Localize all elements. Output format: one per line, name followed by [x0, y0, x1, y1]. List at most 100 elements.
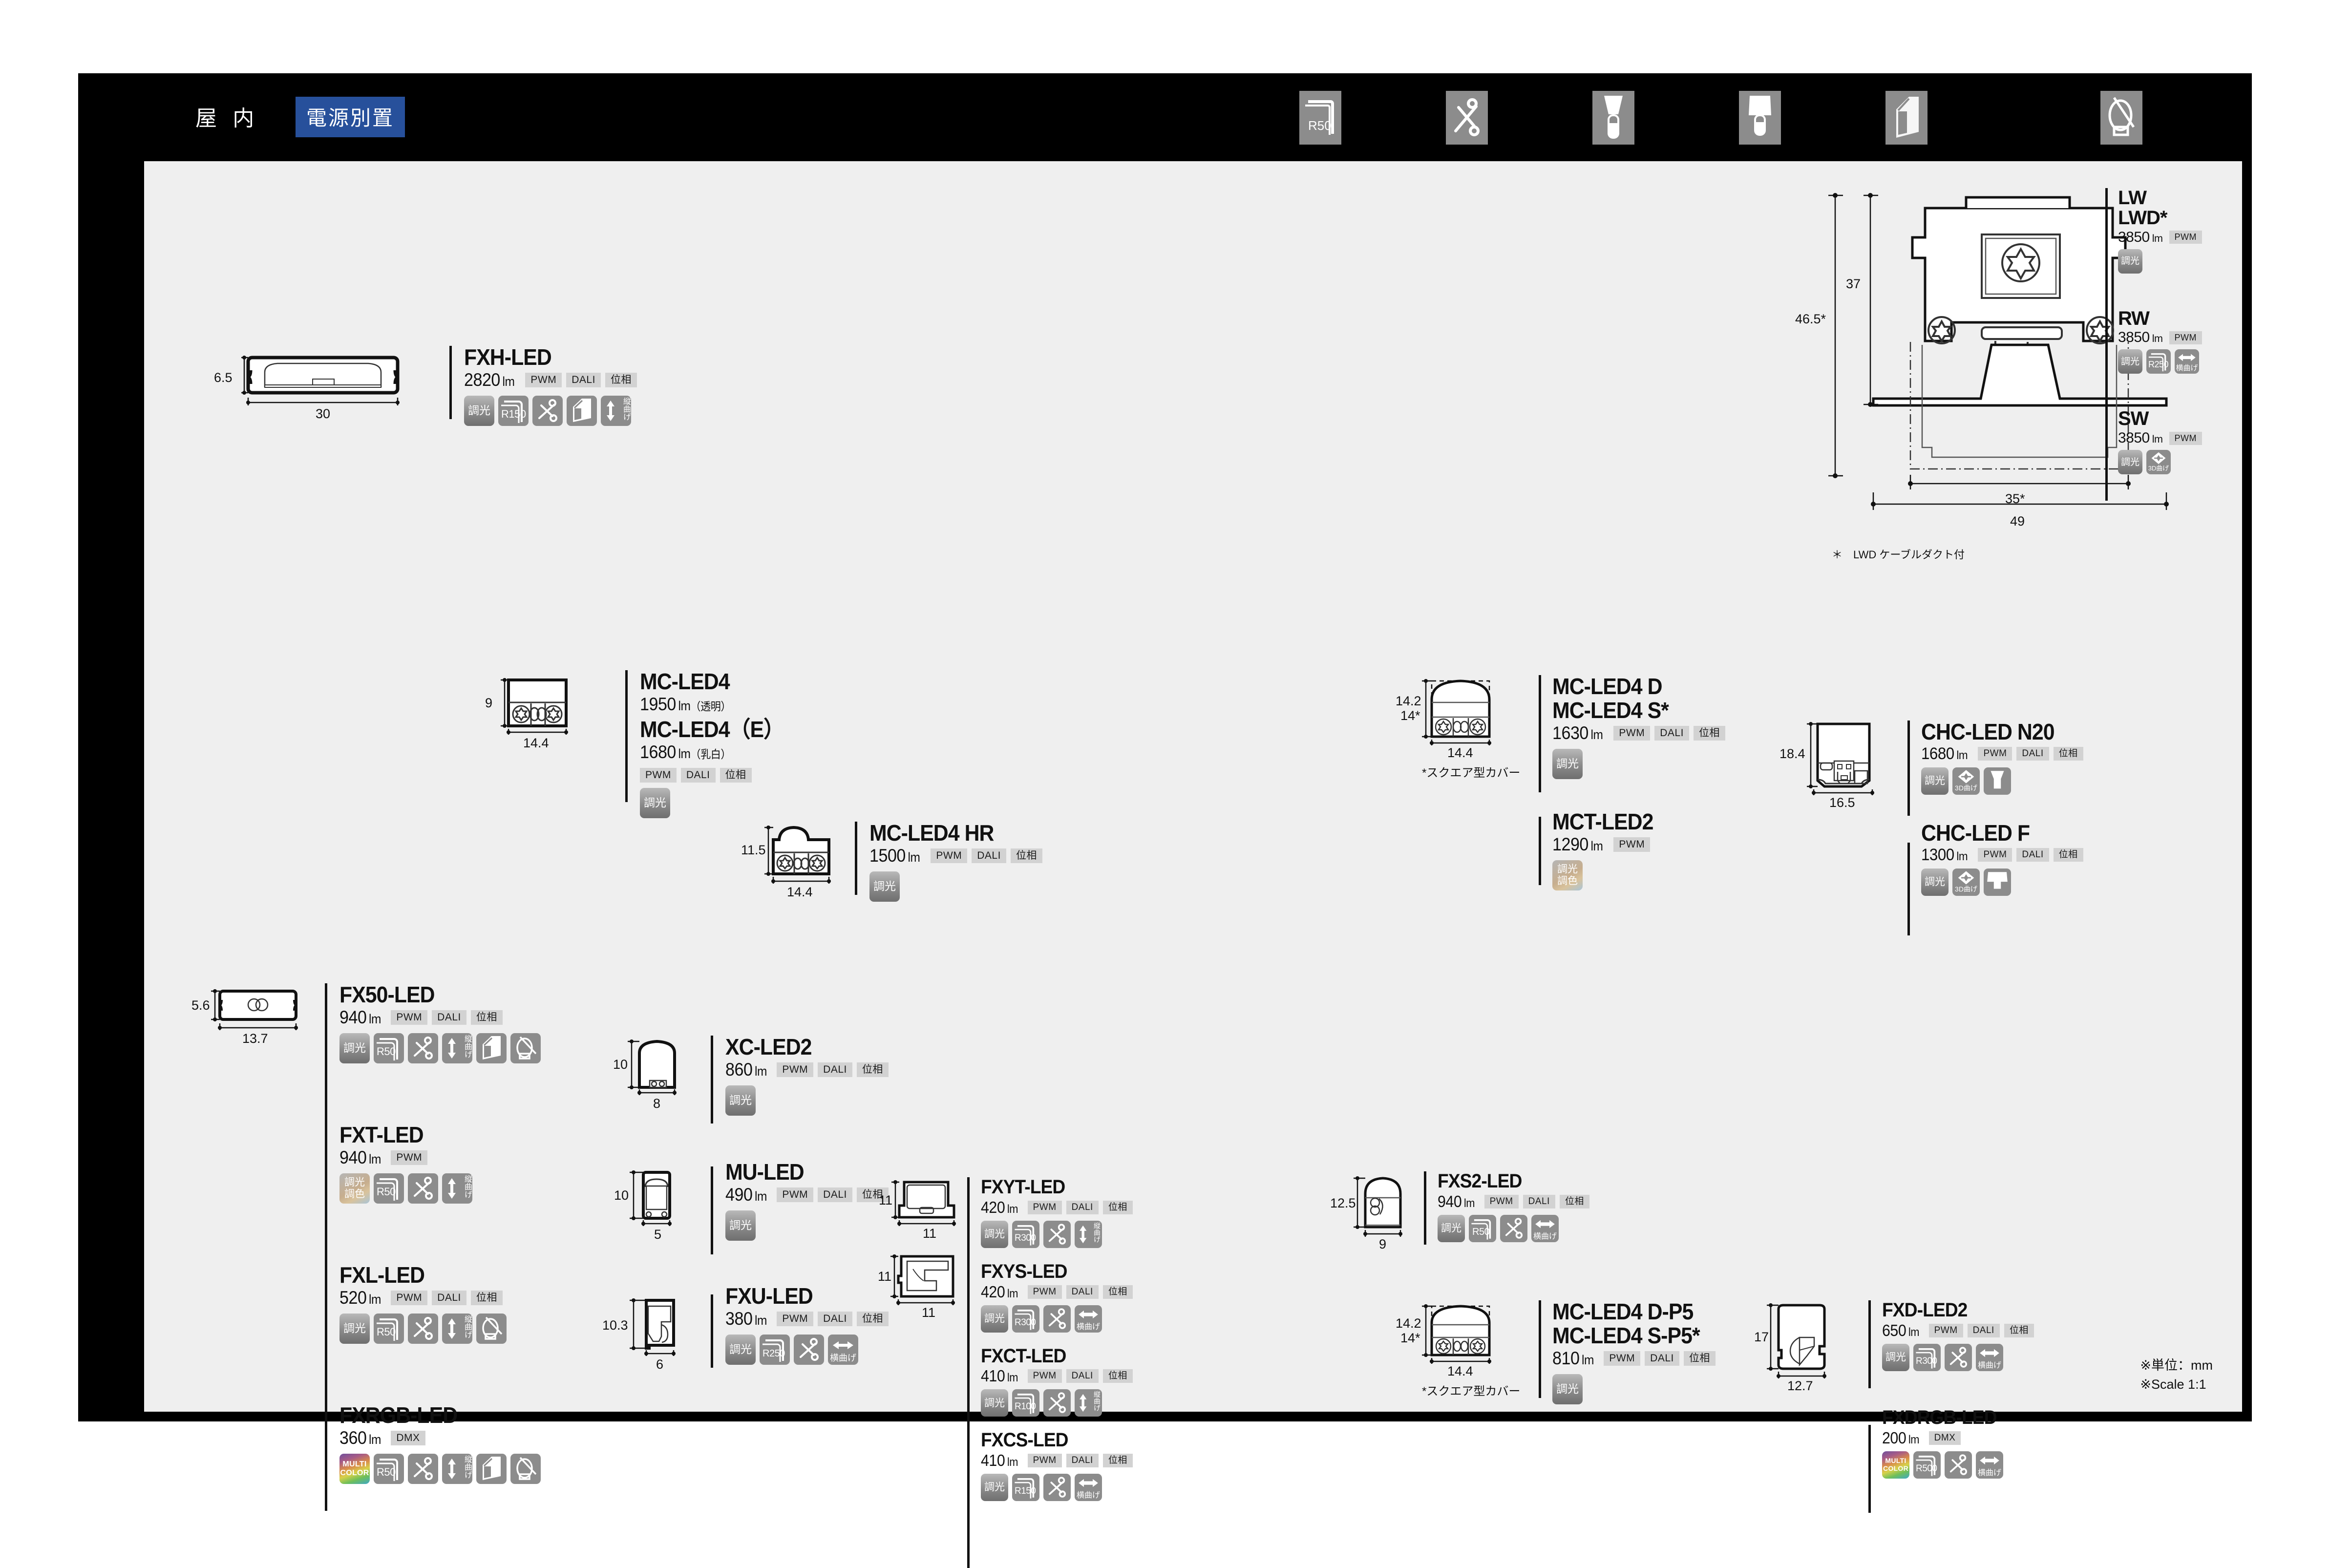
- r500-corner-icon: R500: [1913, 1451, 1941, 1479]
- xc-led2-lumen: 860: [725, 1059, 753, 1080]
- fx50-dim-width: 13.7: [242, 1031, 268, 1046]
- sw-name: SW: [2118, 408, 2149, 430]
- fxyt-led-drawing: 11 11: [879, 1177, 970, 1241]
- fxcs-led-name: FXCS-LED: [981, 1429, 1068, 1451]
- fxd-led2-lumen: 650: [1882, 1321, 1906, 1339]
- fxs2-dim-height: 12.5: [1330, 1196, 1356, 1210]
- product-fxt-led: FXT-LED 940 lm PWM 調光 調色 R50 縦曲げ: [339, 1123, 541, 1204]
- mc-led4e-lumen: 1680: [640, 742, 676, 762]
- fxt-led-name: FXT-LED: [339, 1122, 424, 1147]
- scissors-icon: [408, 1173, 438, 1204]
- svg-text:R50: R50: [1308, 118, 1332, 133]
- tag-dali: DALI: [1066, 1200, 1099, 1214]
- fxl-led-tags: PWM DALI 位相: [391, 1290, 503, 1305]
- fxu-led-name: FXU-LED: [725, 1283, 813, 1309]
- fxd-led2-feature-icons: 調光 R300 横曲げ: [1882, 1343, 2034, 1371]
- xc-led2-dim-height: 10: [613, 1057, 628, 1072]
- product-rw: RW 3850 lm PWM 調光 R250 横曲げ: [2118, 307, 2203, 374]
- mc-led4-lumen: 1950: [640, 694, 676, 714]
- dim-color-icon: 調光 調色: [339, 1173, 370, 1204]
- dimming-icon: 調光: [725, 1085, 756, 1116]
- fxd-led2-name: FXD-LED2: [1882, 1299, 1968, 1321]
- scissors-icon: [1945, 1343, 1972, 1371]
- fxd-led2-drawing: 17 12.7: [1751, 1299, 1864, 1393]
- mc-led4-name: MC-LED4: [640, 669, 730, 694]
- sw-feature-icons: 調光 3D曲げ: [2118, 450, 2202, 475]
- sw-lumen: 3850: [2118, 430, 2150, 446]
- r50-corner-icon: R50: [374, 1173, 404, 1204]
- wide-beam-icon: [1984, 767, 2011, 795]
- r50-corner-icon: R50: [374, 1313, 404, 1344]
- mc-led4-ds-dim-width: 14.4: [1447, 745, 1473, 760]
- tag-pwm: PWM: [1027, 1369, 1062, 1383]
- mc-led4-s-name: MC-LED4 S*: [1552, 697, 1669, 723]
- xc-led2-name: XC-LED2: [725, 1034, 812, 1059]
- lw-dim-46-5: 46.5*: [1795, 312, 1826, 326]
- fxcs-led-feature-icons: 調光 R150 横曲げ: [981, 1474, 1133, 1502]
- fx50-led-tags: PWM DALI 位相: [391, 1010, 503, 1025]
- power-type-badge: 電源別置: [296, 97, 405, 137]
- fxl-led-feature-icons: 調光 R50 縦曲げ: [339, 1313, 541, 1344]
- rw-name: RW: [2118, 307, 2150, 329]
- mc-led4-dp5-dim-h2: 14*: [1400, 1331, 1420, 1345]
- fxrgb-led-tags: DMX: [391, 1430, 425, 1445]
- r50-corner-icon: R50: [1299, 91, 1341, 145]
- tag-dali: DALI: [432, 1290, 466, 1305]
- tag-phase: 位相: [856, 1062, 889, 1077]
- xc-led2-feature-icons: 調光: [725, 1085, 889, 1116]
- fxu-led-lumen: 380: [725, 1308, 753, 1329]
- scale-note: ※Scale 1:1: [2140, 1377, 2206, 1392]
- tag-pwm: PWM: [391, 1290, 428, 1305]
- scissors-icon: [1043, 1474, 1071, 1502]
- horizontal-bend-icon: 横曲げ: [2175, 349, 2199, 374]
- mc-led4-hr-name: MC-LED4 HR: [869, 820, 994, 846]
- fx50-led-feature-icons: 調光 R50 縦曲げ: [339, 1033, 541, 1063]
- header-icon-strip: R50: [1299, 91, 2227, 145]
- mc-led4-dp5-dim-width: 14.4: [1447, 1364, 1473, 1378]
- dimming-icon: 調光: [2118, 349, 2142, 374]
- tag-phase: 位相: [1683, 1351, 1716, 1366]
- fxrgb-led-feature-icons: MULTI COLOR R50 縦曲げ: [339, 1453, 541, 1484]
- chc-led-n20-name: CHC-LED N20: [1921, 719, 2055, 744]
- mc-led4-hr-lumen: 1500: [869, 845, 906, 866]
- tag-pwm: PWM: [391, 1010, 428, 1025]
- fxh-led-lumen: 2820: [464, 369, 500, 390]
- mc-led4-tags: PWM DALI 位相: [640, 767, 795, 783]
- page-header: 屋 内 電源別置 R50: [78, 73, 2252, 161]
- tag-pwm: PWM: [2169, 231, 2203, 244]
- r300-corner-icon: R300: [1012, 1305, 1039, 1333]
- loop-bend-icon: [510, 1033, 541, 1063]
- fxs2-led-tags: PWM DALI 位相: [1484, 1194, 1589, 1208]
- mc-led4-feature-icons: 調光: [640, 787, 795, 818]
- product-fxl-led: FXL-LED 520 lm PWM DALI 位相 調光 R50 縦曲げ: [339, 1263, 541, 1344]
- mu-led-feature-icons: 調光: [725, 1210, 889, 1241]
- vertical-bend-icon: 縦曲げ: [442, 1313, 472, 1344]
- fxl-led-lumen: 520: [339, 1287, 367, 1308]
- mc-led4-dp5-dim-h1: 14.2: [1396, 1316, 1421, 1331]
- mc-led4-ds-drawing: 14.2 14* 14.4 *スクエア型カバー: [1396, 674, 1520, 780]
- fxd-led2-tags: PWM DALI 位相: [1928, 1323, 2034, 1337]
- chc-led-n20-tags: PWM DALI 位相: [1978, 747, 2083, 761]
- mc-led4-ds-tags: PWM DALI 位相: [1613, 725, 1725, 741]
- fxdrgb-led-name: FXDRGB-LED: [1882, 1406, 1997, 1428]
- scissors-icon: [794, 1334, 824, 1365]
- fxu-led-feature-icons: 調光 R250 横曲げ: [725, 1334, 889, 1365]
- tag-dmx: DMX: [1928, 1431, 1961, 1445]
- fxcs-led-lumen: 410: [981, 1451, 1005, 1470]
- tag-pwm: PWM: [1613, 725, 1651, 741]
- tag-dali: DALI: [1645, 1351, 1679, 1366]
- narrow-beam-icon: [1984, 868, 2011, 896]
- fxys-led-lumen: 420: [981, 1282, 1005, 1301]
- tag-dali: DALI: [818, 1062, 852, 1077]
- fxys-dim-height: 11: [878, 1269, 892, 1284]
- fxrgb-led-name: FXRGB-LED: [339, 1402, 458, 1428]
- mu-led-dim-height: 10: [614, 1188, 629, 1203]
- dimming-icon: 調光: [464, 395, 494, 426]
- chc-n20-dim-height: 18.4: [1779, 746, 1805, 761]
- dimming-icon: 調光: [1921, 767, 1949, 795]
- catalog-page: 屋 内 電源別置 R50 6.5 30 FXH-LED 2820 lm PWM …: [78, 73, 2252, 1568]
- tag-dali: DALI: [2016, 747, 2049, 761]
- fxdrgb-led-tags: DMX: [1928, 1431, 1961, 1445]
- dimming-icon: 調光: [2118, 450, 2142, 475]
- mc-led4-dim-width: 14.4: [523, 736, 549, 750]
